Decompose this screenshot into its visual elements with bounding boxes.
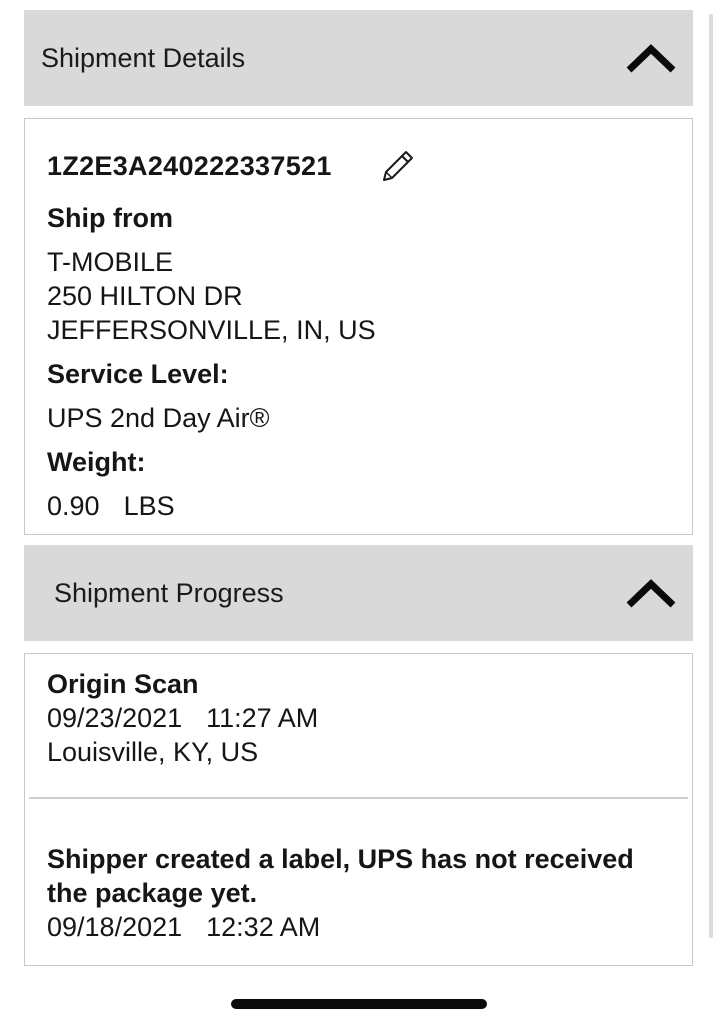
chevron-up-icon[interactable] — [625, 43, 677, 73]
shipment-details-card: 1Z2E3A240222337521 Ship from T-MOBILE 25… — [24, 118, 693, 535]
tracking-number: 1Z2E3A240222337521 — [47, 151, 332, 181]
event-date: 09/18/2021 — [47, 912, 183, 942]
shipment-details-title: Shipment Details — [41, 43, 246, 73]
scrollbar[interactable] — [709, 14, 713, 938]
service-level-value: UPS 2nd Day Air® — [47, 403, 270, 433]
service-level-label: Service Level: — [47, 359, 229, 389]
shipment-progress-header[interactable]: Shipment Progress — [24, 545, 693, 641]
event-title: Shipper created a label, UPS has not rec… — [47, 844, 634, 874]
event-location: Louisville, KY, US — [47, 737, 259, 767]
ship-from-name: T-MOBILE — [47, 247, 174, 277]
weight-row: 0.90 LBS — [47, 489, 175, 523]
weight-label: Weight: — [47, 447, 146, 477]
ship-from-street: 250 HILTON DR — [47, 281, 243, 311]
event-time: 12:32 AM — [206, 912, 321, 942]
ship-from-label: Ship from — [47, 203, 173, 233]
pencil-icon[interactable] — [381, 149, 415, 183]
weight-unit: LBS — [123, 491, 175, 521]
shipment-progress-card: Origin Scan 09/23/2021 11:27 AM Louisvill… — [24, 653, 693, 966]
event-title: Origin Scan — [47, 669, 199, 699]
event-time: 11:27 AM — [206, 703, 319, 733]
event-divider — [29, 797, 688, 799]
shipment-progress-title: Shipment Progress — [54, 578, 284, 608]
home-indicator[interactable] — [231, 999, 487, 1009]
event-datetime: 09/23/2021 11:27 AM — [47, 701, 318, 735]
ship-from-city: JEFFERSONVILLE, IN, US — [47, 315, 376, 345]
chevron-up-icon[interactable] — [625, 578, 677, 608]
event-date: 09/23/2021 — [47, 703, 183, 733]
weight-value: 0.90 — [47, 491, 100, 521]
event-title-continued: the package yet. — [47, 878, 258, 908]
event-datetime: 09/18/2021 12:32 AM — [47, 910, 320, 944]
shipment-details-header[interactable]: Shipment Details — [24, 10, 693, 106]
